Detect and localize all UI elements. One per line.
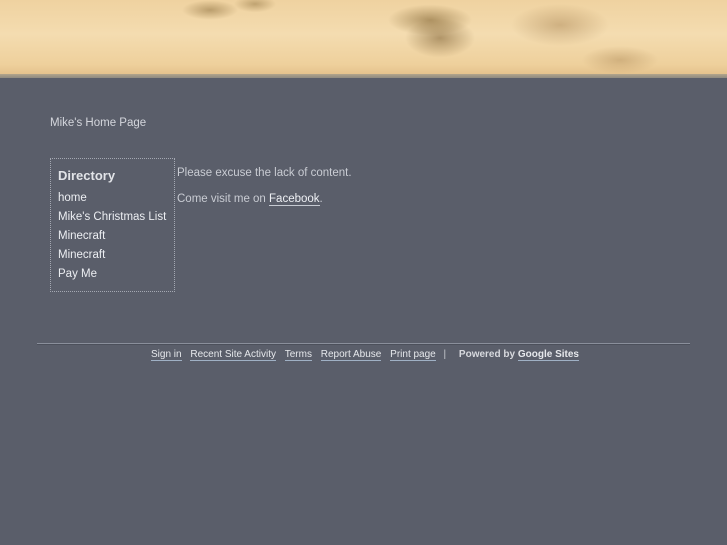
sign-in-link[interactable]: Sign in <box>151 349 182 361</box>
sidebar-item-minecraft[interactable]: Minecraft <box>58 230 174 249</box>
google-sites-link[interactable]: Google Sites <box>517 349 579 361</box>
sidebar-item-minecraft-2[interactable]: Minecraft <box>58 249 174 268</box>
sidebar-directory: Directory home Mike's Christmas List Min… <box>50 158 175 292</box>
sidebar-item-home[interactable]: home <box>58 192 174 211</box>
sidebar-item-pay-me[interactable]: Pay Me <box>58 268 174 287</box>
facebook-link[interactable]: Facebook <box>269 193 320 206</box>
report-abuse-link[interactable]: Report Abuse <box>320 349 382 361</box>
sidebar-heading: Directory <box>58 168 116 183</box>
facebook-suffix: . <box>319 193 323 205</box>
footer: Sign in Recent Site Activity Terms Repor… <box>0 349 727 361</box>
site-title[interactable]: Mike's Home Page <box>50 117 146 129</box>
content-line-excuse: Please excuse the lack of content. <box>177 167 352 179</box>
print-page-link[interactable]: Print page <box>390 349 436 361</box>
footer-divider <box>37 343 690 344</box>
footer-separator: | <box>443 349 447 360</box>
facebook-prefix: Come visit me on <box>177 193 270 205</box>
main-content: Please excuse the lack of content. Come … <box>177 166 352 218</box>
powered-by: Powered by Google Sites <box>458 349 579 361</box>
header-divider <box>0 74 727 78</box>
recent-site-activity-link[interactable]: Recent Site Activity <box>190 349 276 361</box>
powered-by-label: Powered by <box>458 349 516 360</box>
terms-link[interactable]: Terms <box>284 349 312 361</box>
header-banner <box>0 0 727 76</box>
sidebar-item-christmas-list[interactable]: Mike's Christmas List <box>58 211 174 230</box>
content-line-facebook: Come visit me on Facebook. <box>177 192 352 218</box>
